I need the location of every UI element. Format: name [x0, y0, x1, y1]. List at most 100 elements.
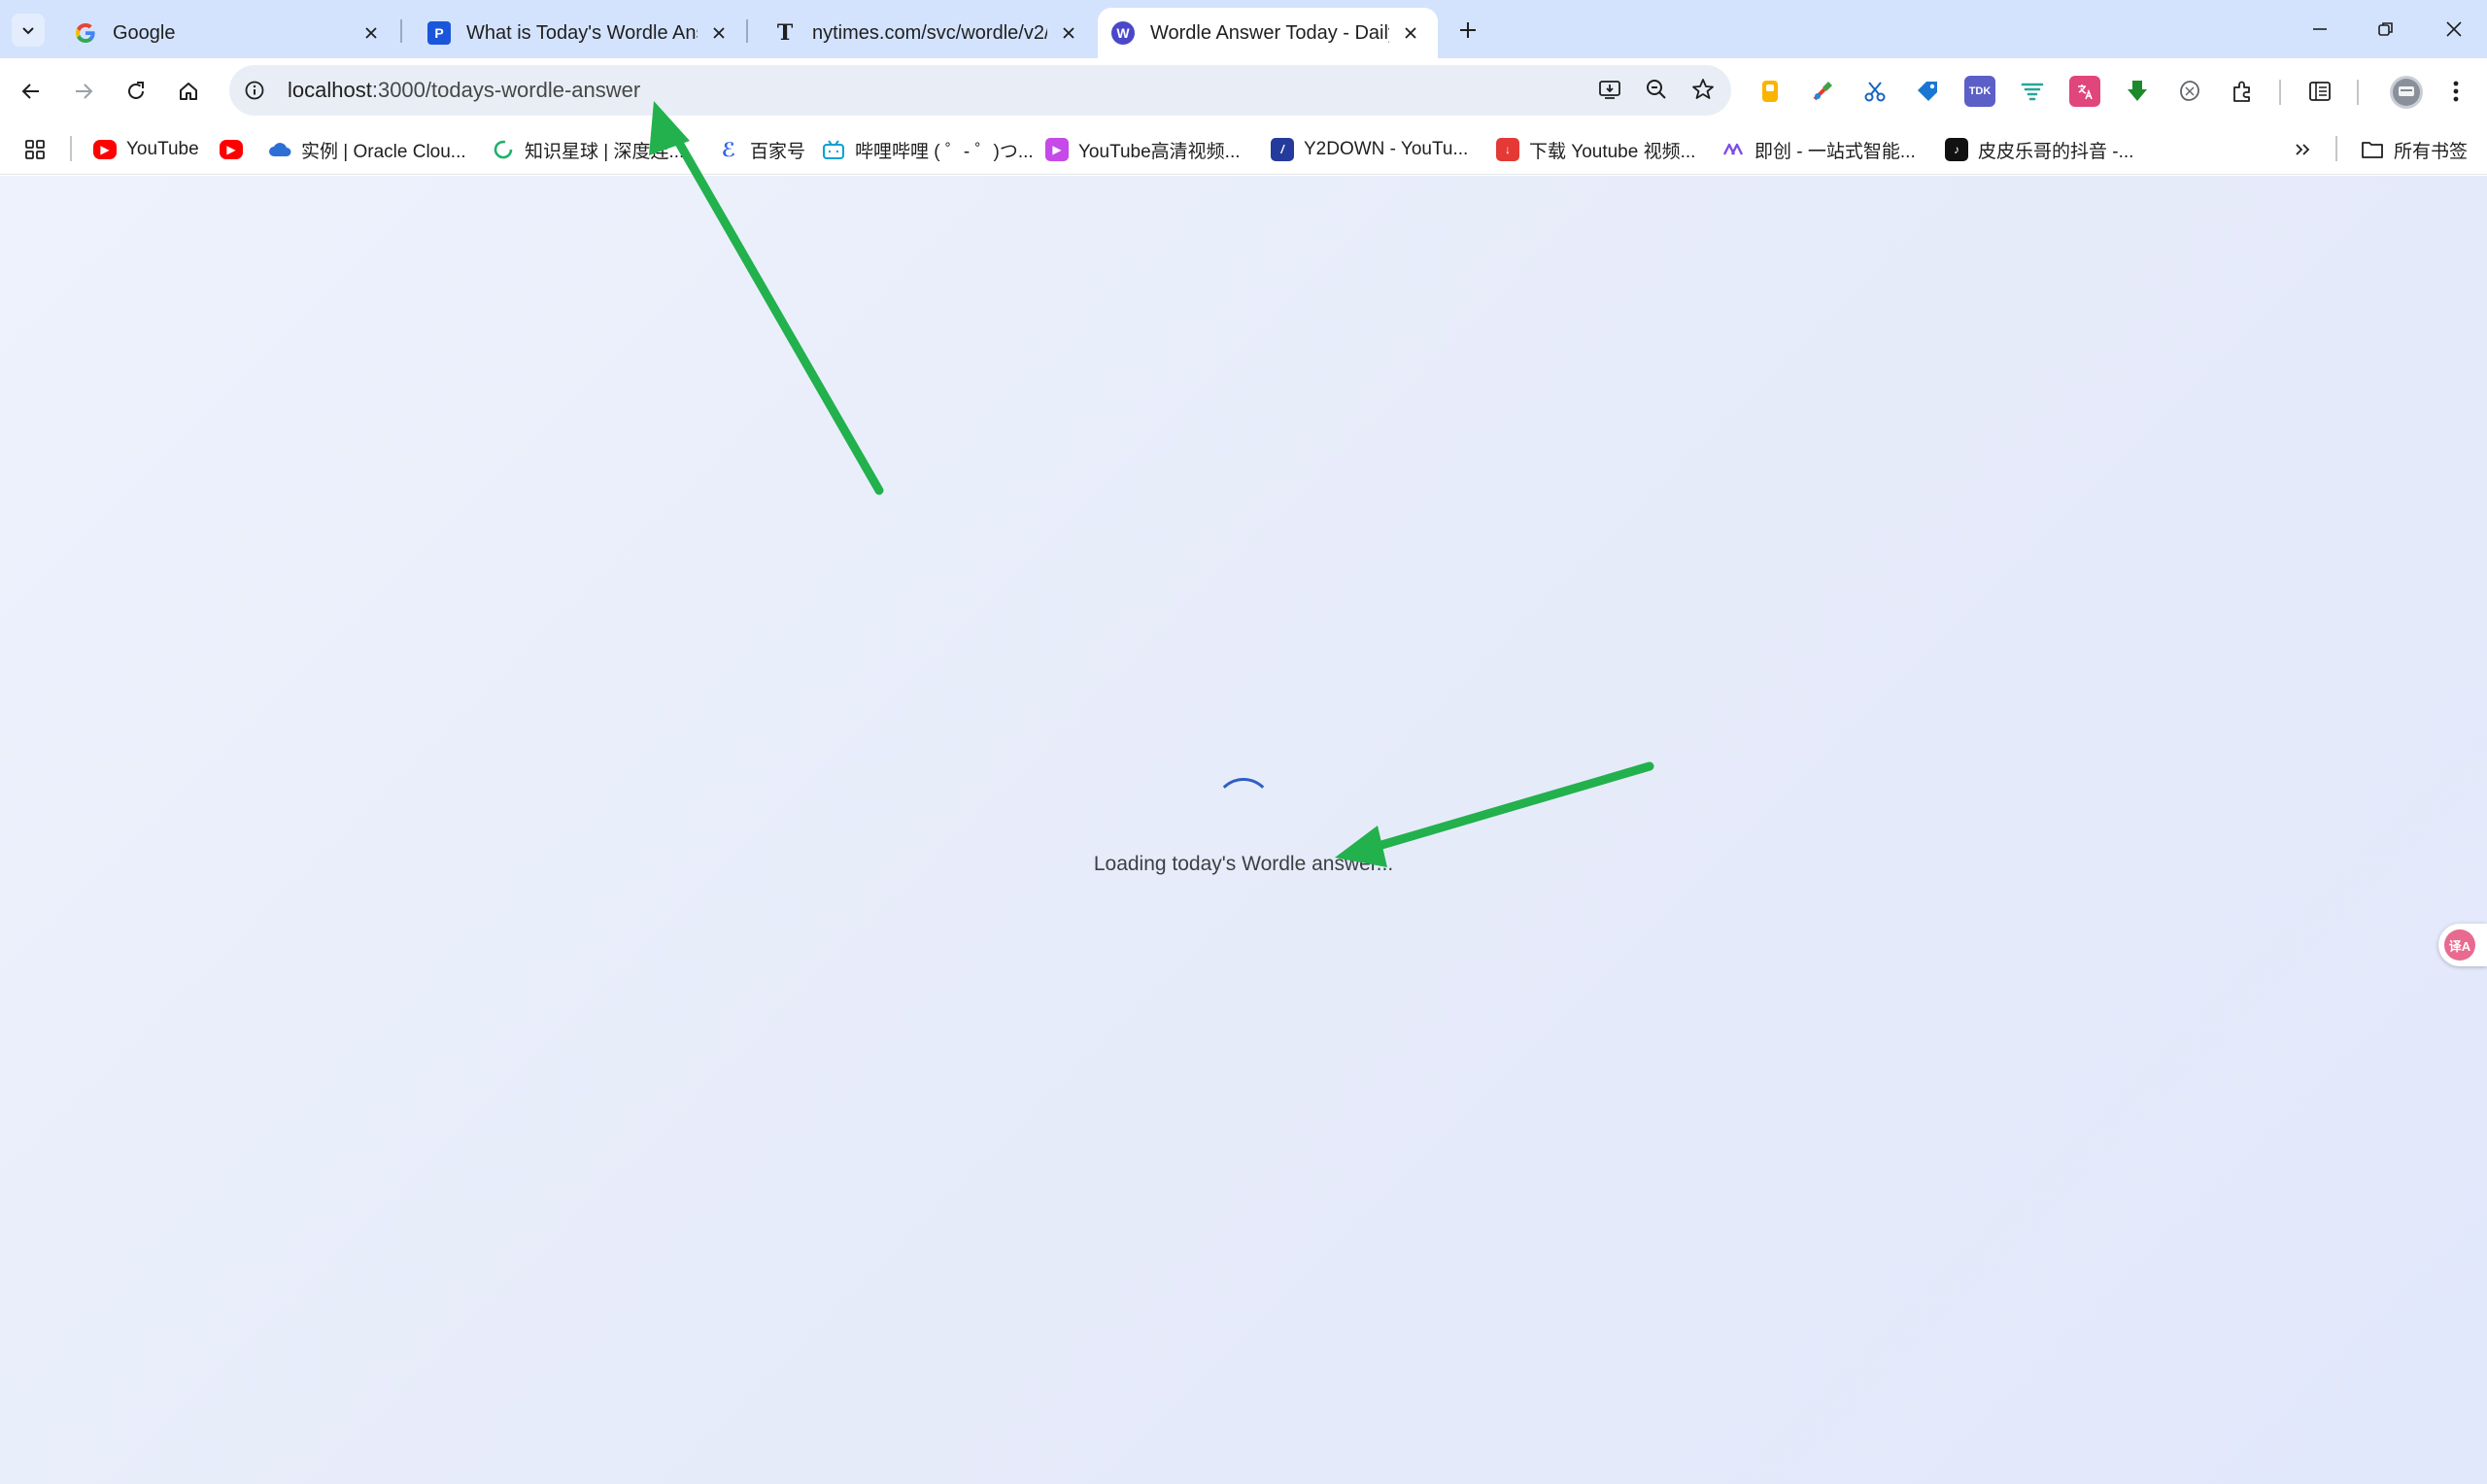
url-path: :3000/todays-wordle-answer	[371, 78, 641, 102]
tab-title: nytimes.com/svc/wordle/v2/	[812, 21, 1047, 44]
toolbar-divider	[2357, 80, 2359, 105]
scissors-extension-icon[interactable]	[1859, 76, 1891, 107]
browser-toolbar: localhost:3000/todays-wordle-answer TDK	[0, 58, 2487, 124]
bookmark-label: YouTube高清视频...	[1078, 141, 1241, 162]
tab-title: Wordle Answer Today - Daily	[1150, 21, 1389, 44]
cloud-icon	[268, 138, 291, 161]
jichuang-icon	[1721, 138, 1745, 161]
bookmark-download-youtube[interactable]: ↓ 下载 Youtube 视频...	[1496, 134, 1695, 165]
bookmark-youtube[interactable]: ▶ YouTube	[93, 134, 199, 165]
minimize-button[interactable]	[2295, 10, 2345, 49]
apps-grid-icon	[25, 140, 45, 159]
bookmark-zsxq[interactable]: 知识星球 | 深度连...	[492, 134, 684, 165]
bookmark-label: Y2DOWN - YouTu...	[1304, 139, 1469, 159]
tab-title: What is Today's Wordle Answ	[466, 21, 698, 44]
bookmarks-bar: ▶ YouTube ▶ 实例 | Oracle Clou... 知识星球 | 深…	[0, 124, 2487, 175]
y2down-icon: /	[1271, 138, 1294, 161]
bookmark-label: 即创 - 一站式智能...	[1755, 141, 1916, 162]
floating-translate-button[interactable]: 译A	[2438, 924, 2487, 966]
tab-what-is-wordle[interactable]: P What is Today's Wordle Answ	[402, 8, 746, 58]
restore-icon	[2378, 22, 2393, 36]
bookmark-youtube-2[interactable]: ▶	[220, 134, 253, 165]
bookmarks-divider	[70, 136, 72, 161]
youtube-icon: ▶	[220, 140, 243, 159]
w-icon: W	[1111, 21, 1135, 45]
chevron-down-icon	[22, 27, 34, 35]
google-icon	[74, 21, 97, 45]
arrow-left-icon	[21, 84, 39, 99]
download-icon: ↓	[1496, 138, 1519, 161]
bookmark-label: 所有书签	[2394, 141, 2469, 162]
restore-button[interactable]	[2361, 10, 2411, 49]
tab-strip: Google P What is Today's Wordle Answ T n…	[0, 0, 2487, 58]
video-icon: ▶	[1045, 138, 1069, 161]
tab-nytimes[interactable]: T nytimes.com/svc/wordle/v2/	[748, 8, 1096, 58]
tab-wordle-answer[interactable]: W Wordle Answer Today - Daily	[1098, 8, 1438, 58]
nyt-icon: T	[776, 20, 794, 46]
tab-search-button[interactable]	[12, 14, 45, 47]
close-icon[interactable]	[358, 19, 385, 47]
bookmark-baijiahao[interactable]: ℰ 百家号	[717, 134, 805, 165]
tag-extension-icon[interactable]	[1912, 76, 1943, 107]
bookmarks-overflow-button[interactable]	[2293, 134, 2312, 165]
minimize-icon	[2313, 28, 2327, 30]
loading-spinner	[1214, 778, 1273, 836]
close-icon[interactable]	[1055, 19, 1082, 47]
bookmark-star-icon[interactable]	[1688, 75, 1718, 104]
close-window-button[interactable]	[2429, 10, 2479, 49]
bookmark-label: YouTube	[126, 139, 199, 159]
bookmark-douyin[interactable]: ♪ 皮皮乐哥的抖音 -...	[1945, 134, 2133, 165]
youtube-icon: ▶	[93, 140, 117, 159]
close-icon	[2446, 21, 2462, 37]
forward-button[interactable]	[64, 72, 103, 111]
yellow-extension-icon[interactable]	[1755, 76, 1786, 107]
more-menu-icon[interactable]	[2440, 76, 2471, 107]
bookmark-bilibili[interactable]: 哔哩哔哩 ( ゜- ゜)つ...	[822, 134, 1034, 165]
bookmark-oracle-cloud[interactable]: 实例 | Oracle Clou...	[268, 134, 466, 165]
close-icon[interactable]	[705, 19, 732, 47]
reload-icon	[128, 82, 144, 99]
loading-text: Loading today's Wordle answer...	[1093, 853, 1394, 875]
back-button[interactable]	[12, 72, 51, 111]
bookmark-label: 实例 | Oracle Clou...	[301, 141, 466, 162]
apps-button[interactable]	[23, 134, 47, 165]
bookmark-label: 哔哩哔哩 ( ゜- ゜)つ...	[855, 141, 1034, 162]
bookmark-label: 下载 Youtube 视频...	[1529, 141, 1696, 162]
zsxq-icon	[492, 138, 515, 161]
folder-icon	[2361, 138, 2384, 161]
bookmark-label: 百家号	[750, 141, 806, 162]
tab-google[interactable]: Google	[49, 8, 398, 58]
download-extension-icon[interactable]	[2122, 76, 2153, 107]
install-app-icon[interactable]	[1595, 75, 1624, 104]
side-panel-icon[interactable]	[2304, 76, 2335, 107]
all-bookmarks-button[interactable]: 所有书签	[2361, 134, 2468, 165]
translate-icon: 译A	[2444, 929, 2475, 961]
tdk-extension-icon[interactable]: TDK	[1964, 76, 1995, 107]
bookmark-label: 知识星球 | 深度连...	[525, 141, 685, 162]
plus-icon	[1460, 22, 1476, 38]
bookmark-y2down[interactable]: / Y2DOWN - YouTu...	[1271, 134, 1468, 165]
bookmark-jichuang[interactable]: 即创 - 一站式智能...	[1721, 134, 1916, 165]
bilibili-icon	[822, 138, 845, 161]
extensions-puzzle-icon[interactable]	[2227, 76, 2258, 107]
tab-title: Google	[113, 21, 176, 44]
address-bar[interactable]: localhost:3000/todays-wordle-answer	[229, 65, 1731, 116]
zoom-icon[interactable]	[1642, 75, 1671, 104]
home-button[interactable]	[169, 72, 208, 111]
ai-extension-icon[interactable]	[2174, 76, 2205, 107]
toolbar-divider	[2279, 80, 2281, 105]
reload-button[interactable]	[117, 72, 155, 111]
color-picker-extension-icon[interactable]	[1807, 76, 1838, 107]
baijiahao-icon: ℰ	[721, 139, 736, 161]
arrow-right-icon	[76, 84, 93, 99]
filter-extension-icon[interactable]	[2017, 76, 2048, 107]
new-tab-button[interactable]	[1451, 14, 1484, 47]
bookmark-youtube-hd[interactable]: ▶ YouTube高清视频...	[1045, 134, 1241, 165]
site-info-icon[interactable]	[241, 77, 268, 104]
douyin-icon: ♪	[1945, 138, 1968, 161]
url-text[interactable]: localhost:3000/todays-wordle-answer	[288, 78, 640, 103]
close-icon[interactable]	[1397, 19, 1424, 47]
profile-avatar[interactable]	[2390, 76, 2423, 109]
page-content: Loading today's Wordle answer... 译A	[0, 176, 2487, 1484]
translate-extension-icon[interactable]	[2069, 76, 2100, 107]
